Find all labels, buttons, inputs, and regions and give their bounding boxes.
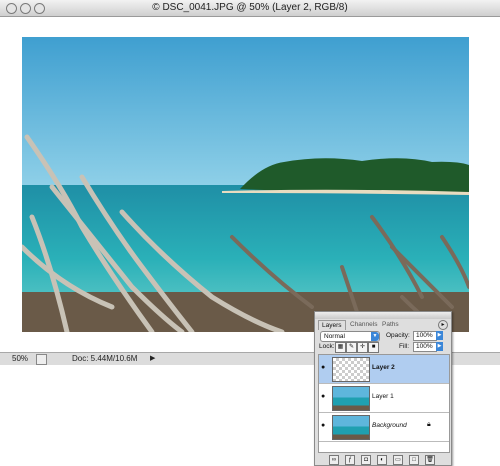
- visibility-eye-icon[interactable]: ●: [321, 422, 328, 429]
- blend-mode-select[interactable]: Normal ▼: [320, 331, 380, 342]
- fill-field[interactable]: 100%: [413, 342, 437, 352]
- opacity-label: Opacity:: [386, 332, 410, 339]
- tab-layers[interactable]: Layers: [318, 320, 346, 330]
- beach-photo-image: [22, 37, 469, 332]
- status-menu-icon[interactable]: [36, 354, 47, 365]
- zoom-level[interactable]: 50%: [12, 354, 28, 363]
- visibility-eye-icon[interactable]: ●: [321, 393, 328, 400]
- fill-slider-icon[interactable]: ▶: [436, 342, 443, 351]
- doc-size-info: Doc: 5.44M/10.6M: [72, 354, 138, 363]
- beach-photo[interactable]: [22, 37, 469, 332]
- lock-transparent-icon[interactable]: ▦: [335, 342, 346, 353]
- lock-all-icon[interactable]: ■: [368, 342, 379, 353]
- opacity-slider-icon[interactable]: ▶: [436, 331, 443, 340]
- fill-label: Fill:: [399, 343, 410, 350]
- lock-position-icon[interactable]: ✛: [357, 342, 368, 353]
- lock-pixels-icon[interactable]: ✎: [346, 342, 357, 353]
- window-titlebar[interactable]: © DSC_0041.JPG @ 50% (Layer 2, RGB/8): [0, 0, 500, 17]
- visibility-eye-icon[interactable]: ●: [321, 364, 328, 371]
- document-canvas[interactable]: [0, 17, 500, 352]
- tab-paths[interactable]: Paths: [379, 320, 402, 329]
- lock-icon: 🔒︎: [427, 421, 431, 428]
- chevron-down-icon: ▼: [371, 332, 379, 341]
- layer-row-background[interactable]: ● Background 🔒︎: [319, 413, 449, 442]
- opacity-field[interactable]: 100%: [413, 331, 437, 341]
- blend-mode-value: Normal: [324, 333, 345, 340]
- layer-thumbnail: [332, 357, 370, 382]
- panel-footer: ∞ ƒ ◘ ◐ ▭ □ 🗑︎: [315, 453, 451, 465]
- layer-name[interactable]: Background: [372, 422, 407, 429]
- panel-tabs: Layers Channels Paths ▸: [315, 319, 451, 330]
- layers-panel: Layers Channels Paths ▸ Normal ▼ Opacity…: [314, 311, 452, 466]
- layer-thumbnail: [332, 386, 370, 411]
- panel-titlebar[interactable]: [315, 312, 451, 319]
- layers-list: ● Layer 2 ● Layer 1 ● Background 🔒︎: [318, 354, 450, 453]
- layer-thumbnail: [332, 415, 370, 440]
- document-title: © DSC_0041.JPG @ 50% (Layer 2, RGB/8): [152, 2, 348, 13]
- tab-channels[interactable]: Channels: [347, 320, 380, 329]
- status-arrow-icon[interactable]: ▶: [150, 354, 155, 362]
- lock-label: Lock:: [319, 343, 335, 350]
- layer-name[interactable]: Layer 1: [372, 393, 394, 400]
- panel-menu-icon[interactable]: ▸: [438, 320, 448, 330]
- layer-row-layer-2[interactable]: ● Layer 2: [319, 355, 449, 384]
- layer-row-layer-1[interactable]: ● Layer 1: [319, 384, 449, 413]
- layer-name[interactable]: Layer 2: [372, 364, 395, 371]
